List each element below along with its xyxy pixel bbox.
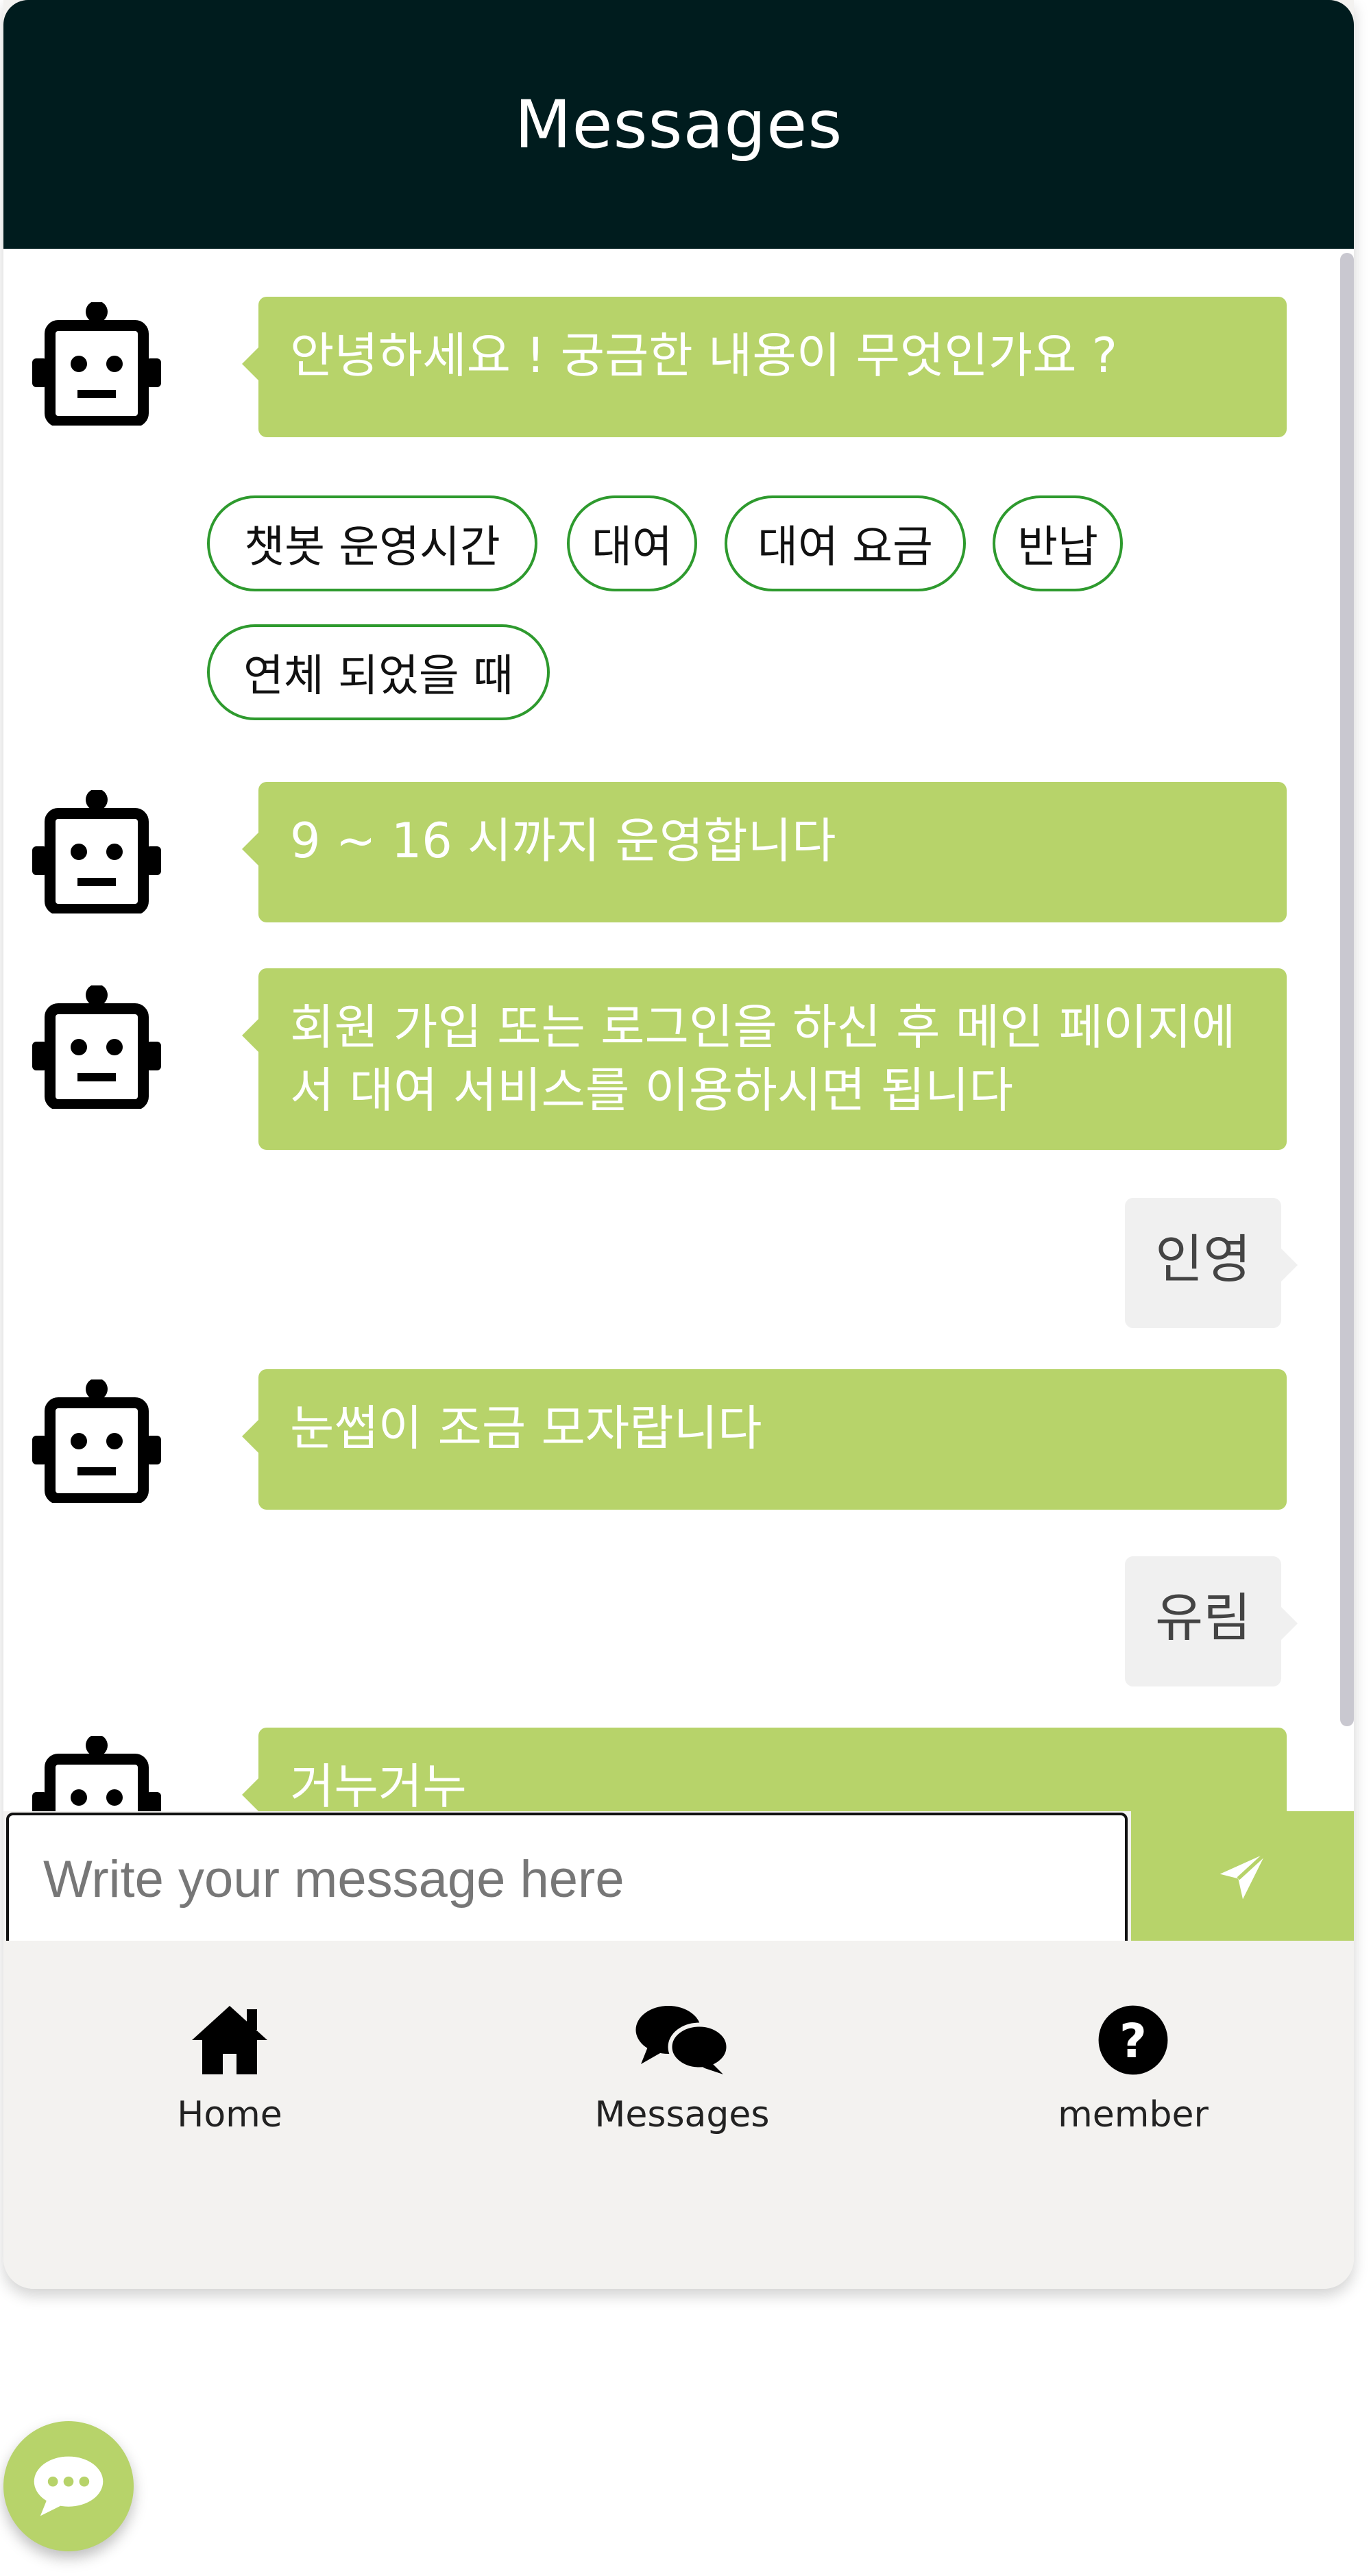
- bot-message: 9 ~ 16 시까지 운영합니다: [242, 782, 1287, 922]
- quick-reply-chip[interactable]: 챗봇 운영시간: [207, 495, 537, 591]
- bot-message: 거누거누: [242, 1728, 1287, 1811]
- nav-home[interactable]: Home: [93, 2002, 367, 2135]
- quick-reply-chip[interactable]: 대여 요금: [725, 495, 966, 591]
- send-icon: [1220, 1852, 1267, 1899]
- chat-bubbles-icon: [635, 2006, 730, 2074]
- robot-icon: [32, 302, 161, 426]
- robot-icon: [32, 790, 161, 913]
- bot-message: 눈썹이 조금 모자랍니다: [242, 1369, 1287, 1510]
- chat-widget: Messages 안녕하세요 ! 궁금한 내용이 무엇인가요 ? 챗봇 운영시간…: [3, 0, 1354, 2289]
- robot-icon: [32, 1736, 161, 1811]
- bottom-nav: Home Messages ? member: [3, 1941, 1354, 2289]
- quick-reply-chip[interactable]: 연체 되었을 때: [207, 624, 550, 720]
- composer: [3, 1811, 1354, 1946]
- robot-icon: [32, 1379, 161, 1503]
- chat-bubble-icon: [34, 2456, 104, 2516]
- nav-member[interactable]: ? member: [996, 2002, 1270, 2135]
- svg-text:?: ?: [1119, 2014, 1147, 2069]
- home-icon: [192, 2006, 267, 2074]
- header-title: Messages: [514, 86, 843, 163]
- send-button[interactable]: [1131, 1811, 1354, 1941]
- user-message: 인영: [1125, 1198, 1298, 1328]
- message-list[interactable]: 안녕하세요 ! 궁금한 내용이 무엇인가요 ? 챗봇 운영시간 대여 대여 요금…: [3, 249, 1354, 1811]
- bot-message: 안녕하세요 ! 궁금한 내용이 무엇인가요 ?: [242, 297, 1287, 437]
- message-input[interactable]: [6, 1813, 1128, 1946]
- nav-messages[interactable]: Messages: [545, 2002, 819, 2135]
- scrollbar-thumb[interactable]: [1340, 253, 1354, 1726]
- chat-launcher-button[interactable]: [3, 2421, 134, 2551]
- bot-message: 회원 가입 또는 로그인을 하신 후 메인 페이지에서 대여 서비스를 이용하시…: [242, 968, 1287, 1150]
- nav-label: Messages: [594, 2094, 770, 2135]
- nav-label: Home: [177, 2094, 282, 2135]
- chat-header: Messages: [3, 0, 1354, 249]
- robot-icon: [32, 985, 161, 1109]
- quick-reply-chip[interactable]: 대여: [567, 495, 697, 591]
- nav-label: member: [1058, 2094, 1209, 2135]
- scrollbar[interactable]: [1339, 249, 1354, 1811]
- quick-reply-chip[interactable]: 반납: [993, 495, 1123, 591]
- user-message: 유림: [1125, 1556, 1298, 1686]
- question-circle-icon: ?: [1098, 2005, 1168, 2075]
